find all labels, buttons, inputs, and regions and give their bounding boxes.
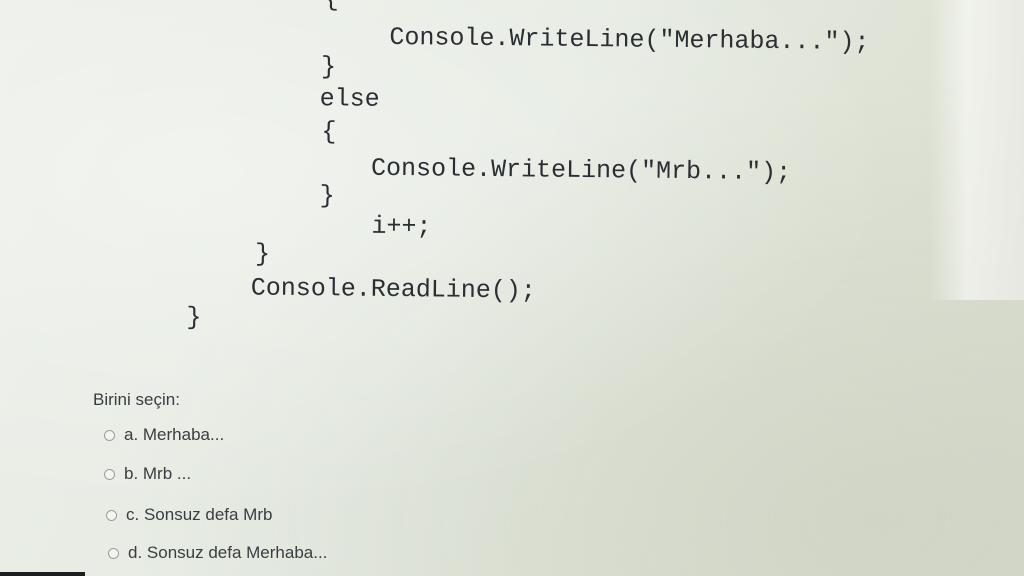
code-brace-close-loop: } [254,239,271,269]
option-a-label: a. Merhaba... [124,425,225,444]
code-block: { Console.WriteLine("Merhaba..."); } els… [0,0,1024,348]
photographed-screen: { Console.WriteLine("Merhaba..."); } els… [0,0,1024,576]
option-d[interactable]: d. Sonsuz defa Merhaba... [108,543,327,563]
radio-unselected-icon[interactable] [104,429,115,441]
quiz-prompt: Birini seçin: [93,390,180,409]
radio-unselected-icon[interactable] [108,547,119,559]
option-b[interactable]: b. Mrb ... [104,464,191,484]
option-d-label: d. Sonsuz defa Merhaba... [128,543,328,562]
option-a[interactable]: a. Merhaba... [104,425,224,445]
code-brace-close-main: } [186,302,202,332]
code-brace-open-else: { [321,117,337,147]
code-writeline-mrb: Console.WriteLine("Mrb..."); [370,153,792,188]
code-writeline-merhaba: Console.WriteLine("Merhaba..."); [389,22,870,57]
quiz-question: Birini seçin: a. Merhaba... b. Mrb ... c… [0,380,1024,576]
code-brace-close-if: } [320,52,337,82]
code-increment: i++; [371,211,432,242]
code-else-keyword: else [319,84,380,114]
option-c-label: c. Sonsuz defa Mrb [126,505,273,524]
option-b-label: b. Mrb ... [124,464,192,483]
code-brace-close-else: } [319,181,335,211]
radio-unselected-icon[interactable] [104,468,115,480]
screen-bezel-edge [0,572,85,576]
option-c[interactable]: c. Sonsuz defa Mrb [106,505,272,525]
radio-unselected-icon[interactable] [106,509,117,521]
code-brace-open-top: { [324,0,339,13]
code-readline: Console.ReadLine(); [250,273,536,306]
